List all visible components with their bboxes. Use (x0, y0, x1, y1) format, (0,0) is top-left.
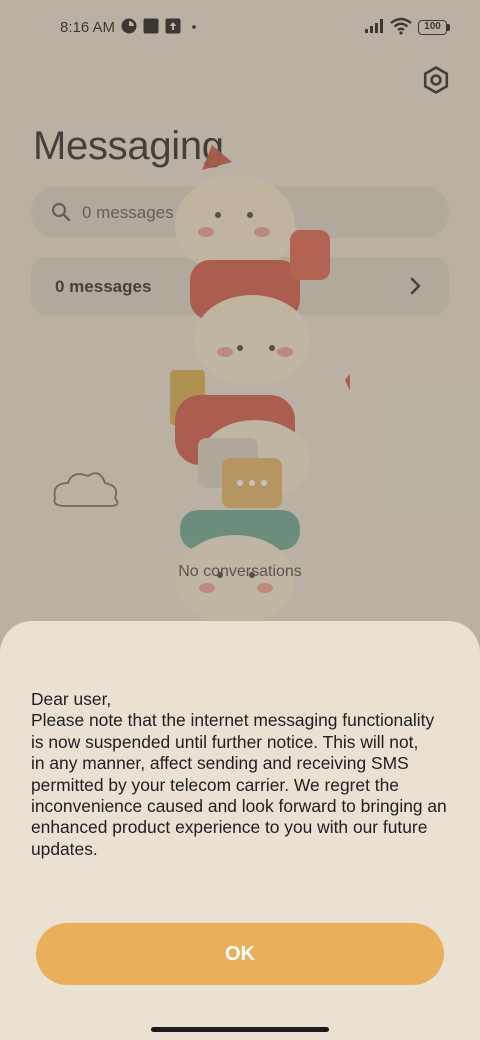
messaging-screen: 8:16 AM 100 Messaging 0 messages 0 messa… (0, 0, 480, 1040)
notice-dialog: Dear user, Please note that the internet… (0, 621, 480, 1040)
notice-line: permitted by your telecom carrier. We re… (31, 774, 399, 795)
notice-line: Please note that the internet messaging … (31, 710, 435, 731)
notice-line: in any manner, affect sending and receiv… (31, 753, 409, 774)
notice-text: Dear user, Please note that the internet… (31, 689, 461, 860)
home-indicator[interactable] (151, 1027, 329, 1032)
notice-line: is now suspended until further notice. T… (31, 731, 419, 752)
notice-line: Dear user, (31, 689, 112, 709)
notice-line: inconvenience caused and look forward to… (31, 796, 447, 817)
ok-button[interactable]: OK (36, 923, 444, 985)
notice-line: enhanced product experience to you with … (31, 817, 428, 838)
notice-line: updates. (31, 838, 98, 859)
